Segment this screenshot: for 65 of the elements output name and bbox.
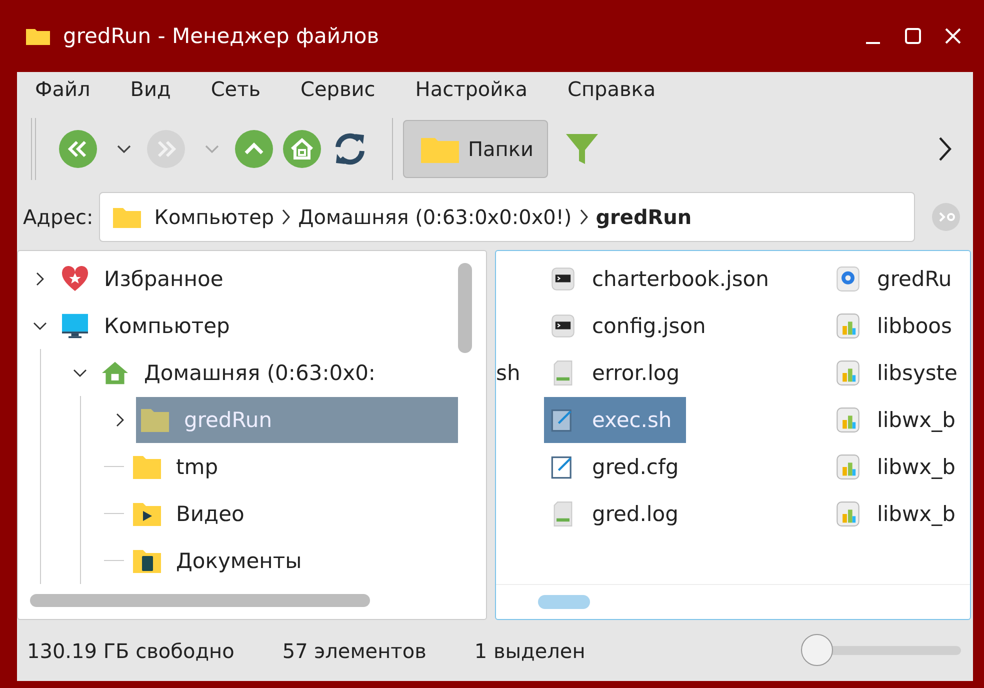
file-item[interactable]: gredRu	[829, 256, 966, 302]
caret-icon[interactable]	[116, 144, 132, 154]
scrollbar[interactable]	[458, 263, 472, 353]
menu-item[interactable]: Вид	[130, 77, 171, 101]
folder-icon	[25, 26, 51, 46]
address-label: Адрес:	[23, 205, 94, 229]
menu-item[interactable]: Файл	[35, 77, 90, 101]
library-file-icon	[835, 312, 861, 338]
maximize-icon[interactable]	[903, 26, 923, 46]
library-file-icon	[835, 360, 861, 386]
file-item[interactable]: gred.log	[544, 490, 692, 536]
folder-icon	[140, 406, 170, 432]
address-field[interactable]: Компьютер Домашняя (0:63:0x0:0x0!) gredRun	[99, 192, 915, 242]
breadcrumb[interactable]: Компьютер	[154, 205, 274, 229]
back-icon[interactable]	[58, 129, 98, 169]
close-icon[interactable]	[943, 26, 963, 46]
window-title: gredRun - Менеджер файлов	[63, 24, 380, 48]
breadcrumb[interactable]: Домашняя (0:63:0x0:0x0!)	[298, 205, 572, 229]
video-folder-icon	[132, 500, 162, 526]
tree-item[interactable]: Документы	[128, 538, 458, 584]
tree-item[interactable]: Домашняя (0:63:0x0:	[96, 350, 458, 396]
library-file-icon	[835, 500, 861, 526]
tree-item[interactable]: tmp	[128, 444, 458, 490]
chevron-right-icon	[281, 207, 292, 227]
file-item[interactable]: config.json	[544, 302, 720, 348]
menu-item[interactable]: Справка	[568, 77, 656, 101]
zoom-slider[interactable]	[801, 634, 961, 668]
item-count-text: 57 элементов	[282, 638, 426, 662]
monitor-icon	[60, 312, 90, 338]
menu-item[interactable]: Настройка	[415, 77, 528, 101]
file-item[interactable]: libsyste	[829, 350, 970, 396]
gear-file-icon	[835, 266, 861, 292]
scrollbar[interactable]	[30, 594, 370, 607]
breadcrumb[interactable]: gredRun	[596, 205, 692, 229]
selection-count-text: 1 выделен	[474, 638, 586, 662]
terminal-file-icon	[550, 266, 576, 292]
house-icon	[100, 360, 130, 386]
file-item[interactable]: libwx_b	[829, 396, 970, 442]
free-space-text: 130.19 ГБ свободно	[27, 638, 234, 662]
menu-item[interactable]: Сервис	[300, 77, 376, 101]
library-file-icon	[835, 406, 861, 432]
heart-icon	[60, 266, 90, 292]
file-item[interactable]: gred.cfg	[544, 444, 693, 490]
chevron-right-icon	[578, 207, 589, 227]
document-folder-icon	[132, 548, 162, 574]
filter-icon[interactable]	[564, 131, 600, 167]
folders-button[interactable]: Папки	[403, 120, 548, 178]
library-file-icon	[835, 454, 861, 480]
tree-item[interactable]: Компьютер	[56, 302, 458, 348]
file-item[interactable]: libboos	[829, 302, 966, 348]
menu-item[interactable]: Сеть	[210, 77, 261, 101]
file-item[interactable]: error.log	[544, 350, 694, 396]
terminal-file-icon	[550, 312, 576, 338]
chevron-right-icon[interactable]	[937, 135, 953, 163]
tree-item[interactable]: Видео	[128, 490, 458, 536]
file-item[interactable]: libwx_b	[829, 444, 970, 490]
file-item[interactable]: charterbook.json	[544, 256, 783, 302]
file-item[interactable]: libwx_b	[829, 490, 970, 536]
tree-item[interactable]: Избранное	[56, 256, 458, 302]
file-name: sh	[496, 360, 520, 384]
home-icon[interactable]	[282, 129, 322, 169]
scrollbar[interactable]	[538, 595, 590, 609]
folder-icon	[132, 454, 162, 480]
folder-icon	[112, 205, 142, 229]
up-icon[interactable]	[234, 129, 274, 169]
